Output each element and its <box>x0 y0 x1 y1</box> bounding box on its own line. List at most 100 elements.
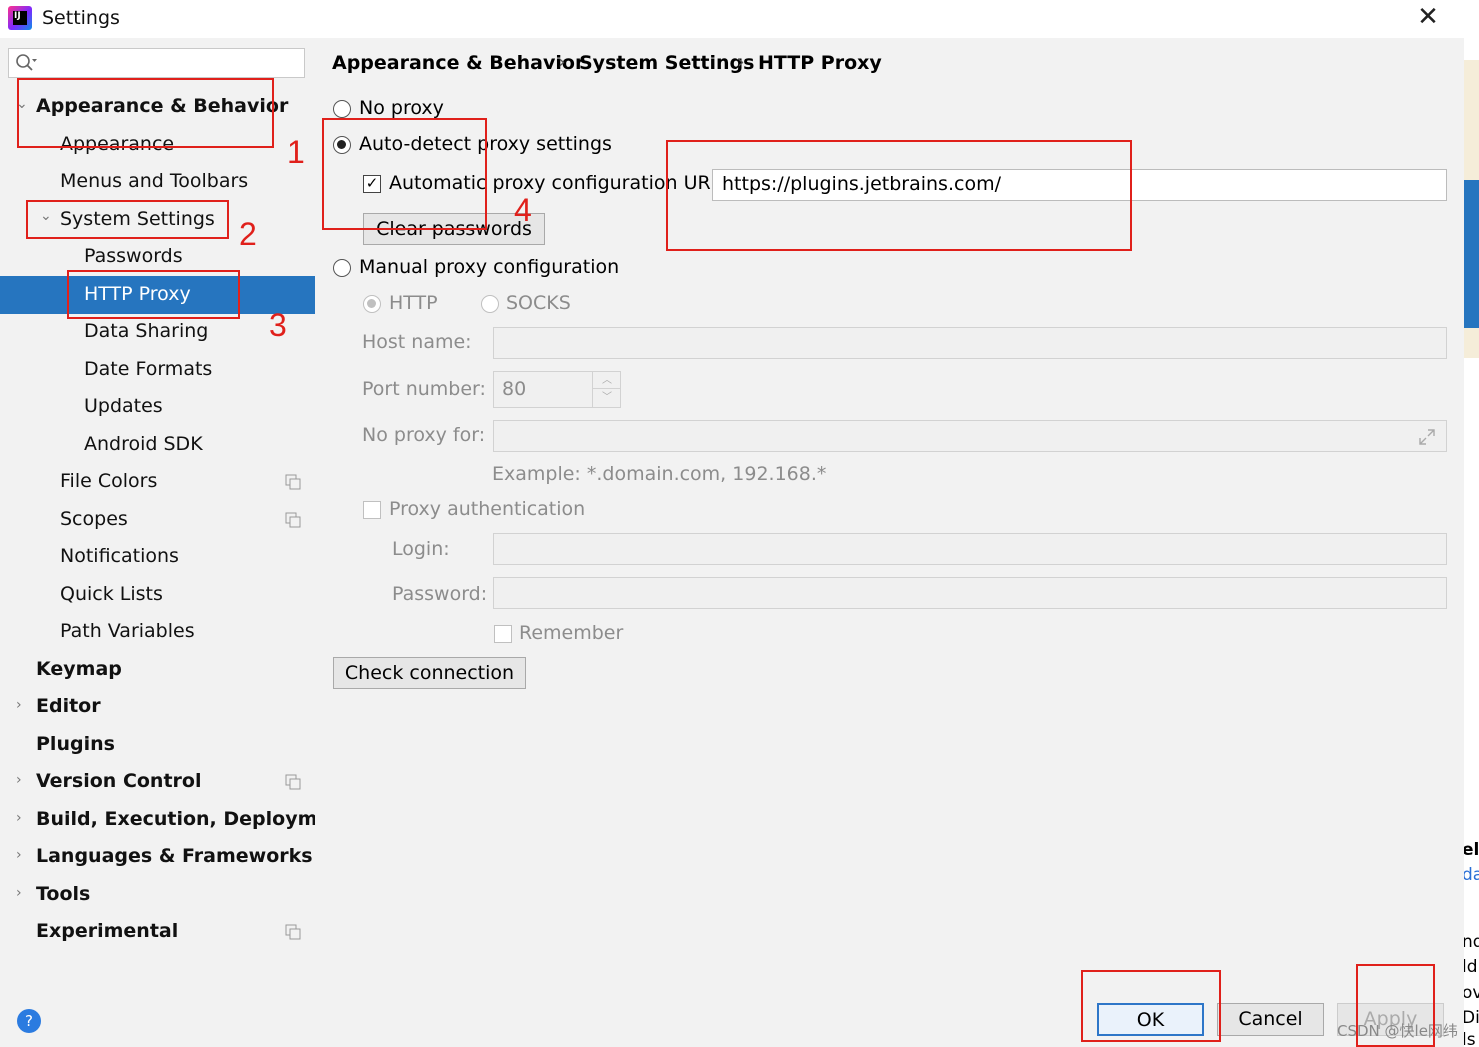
socks-radio[interactable] <box>481 295 499 313</box>
sidebar-item-passwords[interactable]: Passwords <box>84 245 183 267</box>
login-label: Login: <box>392 538 450 560</box>
background-text-fragment: da <box>1464 865 1479 885</box>
auto-url-label: Automatic proxy configuration URL: <box>389 172 728 194</box>
proxy-auth-label: Proxy authentication <box>389 498 586 520</box>
sidebar-item-experimental[interactable]: Experimental <box>36 920 178 942</box>
login-input[interactable] <box>493 533 1447 565</box>
search-input[interactable] <box>8 48 305 78</box>
spinner-buttons: ︿ ﹀ <box>592 372 621 407</box>
settings-sidebar: ⌄ Appearance & Behavior Appearance Menus… <box>0 38 353 988</box>
auto-url-input[interactable]: https://plugins.jetbrains.com/ <box>712 169 1447 201</box>
proxy-auth-checkbox[interactable] <box>363 501 381 519</box>
breadcrumb-separator-icon: › <box>558 51 566 73</box>
window-title: Settings <box>42 7 120 29</box>
sidebar-item-appearance[interactable]: Appearance <box>60 133 174 155</box>
close-button[interactable]: ✕ <box>1410 2 1446 34</box>
sidebar-item-plugins[interactable]: Plugins <box>36 733 115 755</box>
sidebar-item-notifications[interactable]: Notifications <box>60 545 179 567</box>
no-proxy-for-label: No proxy for: <box>362 424 486 446</box>
port-number-value: 80 <box>502 378 527 400</box>
csdn-watermark: CSDN @快le网纬 <box>1337 1022 1458 1040</box>
http-label: HTTP <box>389 292 438 314</box>
title-bar: IJ Settings ✕ <box>0 0 1464 38</box>
no-proxy-radio[interactable] <box>333 100 351 118</box>
example-hint: Example: *.domain.com, 192.168.* <box>492 463 827 485</box>
port-number-spinner[interactable]: 80 ︿ ﹀ <box>493 371 621 408</box>
background-panel <box>1464 328 1479 358</box>
sidebar-item-system-settings[interactable]: System Settings <box>60 208 215 230</box>
expanded-chevron-icon[interactable]: ⌄ <box>40 208 52 224</box>
breadcrumb-separator-icon: › <box>737 51 745 73</box>
password-input[interactable] <box>493 577 1447 609</box>
collapsed-chevron-icon[interactable]: › <box>16 810 22 826</box>
sidebar-item-editor[interactable]: Editor <box>36 695 101 717</box>
collapsed-chevron-icon[interactable]: › <box>16 697 22 713</box>
sidebar-item-version-control[interactable]: Version Control <box>36 770 201 792</box>
background-text-fragment: ell <box>1464 840 1479 860</box>
sidebar-item-scopes[interactable]: Scopes <box>60 508 128 530</box>
background-text-fragment: Di <box>1464 1008 1479 1028</box>
breadcrumb-appearance-behavior: Appearance & Behavior <box>332 52 585 74</box>
sidebar-item-build-execution-deployment[interactable]: Build, Execution, Deployment <box>36 808 353 830</box>
dialog-footer: ? OK Cancel Apply CSDN @快le网纬 <box>0 988 1464 1047</box>
spinner-down-icon[interactable]: ﹀ <box>593 389 621 406</box>
cancel-button[interactable]: Cancel <box>1217 1003 1324 1036</box>
host-name-label: Host name: <box>362 331 472 353</box>
host-name-input[interactable] <box>493 327 1447 359</box>
auto-detect-label: Auto-detect proxy settings <box>359 133 612 155</box>
spinner-up-icon[interactable]: ︿ <box>593 372 621 389</box>
project-scope-icon <box>285 774 301 790</box>
background-scrollbar <box>1464 180 1479 328</box>
expand-icon[interactable] <box>1418 428 1436 446</box>
annotation-number-3: 3 <box>269 307 287 343</box>
background-panel <box>1464 60 1479 180</box>
socks-label: SOCKS <box>506 292 571 314</box>
expanded-chevron-icon[interactable]: ⌄ <box>16 96 28 112</box>
sidebar-item-android-sdk[interactable]: Android SDK <box>84 433 203 455</box>
search-icon <box>16 54 37 71</box>
collapsed-chevron-icon[interactable]: › <box>16 847 22 863</box>
background-window-edge: ell da nd ld ov Di ls <box>1464 0 1479 1047</box>
annotation-number-4: 4 <box>514 192 532 228</box>
remember-checkbox[interactable] <box>494 625 512 643</box>
annotation-number-1: 1 <box>287 134 305 170</box>
breadcrumb-system-settings: System Settings <box>579 52 755 74</box>
settings-dialog: IJ Settings ✕ ⌄ Appearance & Behavior Ap… <box>0 0 1464 1047</box>
port-number-label: Port number: <box>362 378 486 400</box>
sidebar-item-file-colors[interactable]: File Colors <box>60 470 157 492</box>
sidebar-item-data-sharing[interactable]: Data Sharing <box>84 320 208 342</box>
auto-detect-radio[interactable] <box>333 136 351 154</box>
sidebar-item-appearance-behavior[interactable]: Appearance & Behavior <box>36 95 288 117</box>
sidebar-item-updates[interactable]: Updates <box>84 395 163 417</box>
sidebar-item-quick-lists[interactable]: Quick Lists <box>60 583 163 605</box>
collapsed-chevron-icon[interactable]: › <box>16 772 22 788</box>
project-scope-icon <box>285 924 301 940</box>
password-label: Password: <box>392 583 488 605</box>
sidebar-item-keymap[interactable]: Keymap <box>36 658 122 680</box>
sidebar-item-languages-frameworks[interactable]: Languages & Frameworks <box>36 845 313 867</box>
sidebar-item-path-variables[interactable]: Path Variables <box>60 620 195 642</box>
project-scope-icon <box>285 474 301 490</box>
sidebar-item-menus-toolbars[interactable]: Menus and Toolbars <box>60 170 248 192</box>
manual-proxy-radio[interactable] <box>333 259 351 277</box>
auto-url-value: https://plugins.jetbrains.com/ <box>722 173 1001 195</box>
sidebar-item-tools[interactable]: Tools <box>36 883 90 905</box>
no-proxy-for-input[interactable] <box>493 420 1447 452</box>
background-text-fragment: nd <box>1464 932 1479 952</box>
intellij-logo-icon: IJ <box>8 6 32 30</box>
help-icon[interactable]: ? <box>17 1009 41 1033</box>
auto-url-checkbox[interactable]: ✓ <box>363 175 381 193</box>
annotation-number-2: 2 <box>239 216 257 252</box>
breadcrumb-http-proxy: HTTP Proxy <box>758 52 882 74</box>
collapsed-chevron-icon[interactable]: › <box>16 885 22 901</box>
check-connection-button[interactable]: Check connection <box>333 657 526 689</box>
manual-proxy-label: Manual proxy configuration <box>359 256 620 278</box>
background-text-fragment: ov <box>1464 983 1479 1003</box>
background-text-fragment: ls <box>1464 1030 1476 1047</box>
http-radio[interactable] <box>363 295 381 313</box>
background-text-fragment: ld <box>1464 957 1478 977</box>
project-scope-icon <box>285 512 301 528</box>
sidebar-item-date-formats[interactable]: Date Formats <box>84 358 212 380</box>
ok-button[interactable]: OK <box>1097 1003 1204 1036</box>
sidebar-item-http-proxy[interactable]: HTTP Proxy <box>84 283 191 305</box>
